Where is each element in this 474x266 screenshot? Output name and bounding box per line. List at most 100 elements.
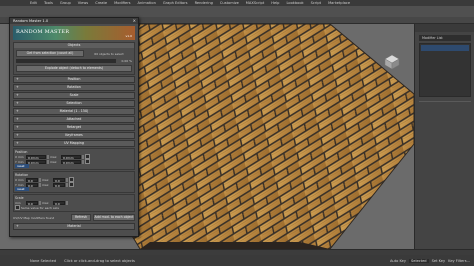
- command-panel: Modifier List: [414, 24, 474, 249]
- spinner[interactable]: [47, 159, 49, 164]
- explode-object-button[interactable]: Explode object (detach to elements): [16, 65, 132, 72]
- rollout-sign: +: [16, 125, 19, 129]
- axis-label: Y min: [15, 159, 24, 164]
- position-reset-button[interactable]: reset: [15, 164, 29, 168]
- max-label: max: [50, 159, 57, 164]
- spinner[interactable]: [39, 200, 41, 205]
- dialog-titlebar[interactable]: Random Master 1.0 ×: [10, 18, 138, 24]
- rotation-section: Rotation X min 0.0 max 0.0 Y min 0.0 max…: [13, 171, 135, 193]
- uniform-row: Same value for each axis: [15, 205, 133, 210]
- pos-x-min-field[interactable]: 0.0mm: [26, 154, 46, 160]
- pos-x-max-field[interactable]: 0.0mm: [61, 154, 81, 160]
- menu-item-create[interactable]: Create: [95, 1, 107, 5]
- spinner[interactable]: [66, 177, 68, 182]
- menu-item-script[interactable]: Script: [311, 1, 321, 5]
- menu-item-tools[interactable]: Tools: [44, 1, 53, 5]
- pos-y-max-field[interactable]: 0.0mm: [61, 159, 81, 165]
- max-label: max: [42, 200, 49, 205]
- refresh-button[interactable]: Refresh: [71, 214, 91, 221]
- add-mod-button[interactable]: Add mod. to each object: [93, 214, 135, 221]
- menu-item-lookbook[interactable]: Lookbook: [286, 1, 303, 5]
- progress-row: 0.00 %: [16, 59, 132, 63]
- status-bar: None Selected Click or click-and-drag to…: [0, 255, 474, 266]
- close-icon[interactable]: ×: [133, 18, 136, 24]
- rollout-list: + Position + Rotation + Scale + Selection + Mater…: [10, 76, 138, 147]
- prompt-text: Click or click-and-drag to select object…: [64, 258, 135, 263]
- key-filters-button[interactable]: Key Filters...: [448, 259, 470, 263]
- material-label: Material: [67, 224, 81, 228]
- explode-row: Explode object (detach to elements): [16, 65, 132, 72]
- modifier-stack-selected[interactable]: [421, 45, 469, 51]
- menu-item-help[interactable]: Help: [271, 1, 279, 5]
- material-rollout[interactable]: + Material: [13, 223, 135, 230]
- spinner[interactable]: [82, 154, 84, 159]
- menu-item-graph-editors[interactable]: Graph Editors: [163, 1, 188, 5]
- menu-item-group[interactable]: Group: [60, 1, 71, 5]
- menu-item-edit[interactable]: Edit: [30, 1, 37, 5]
- random-master-banner: RANDOM MASTER v1.0: [13, 26, 135, 40]
- banner-version: v1.0: [125, 34, 132, 38]
- menu-item-animation[interactable]: Animation: [138, 1, 156, 5]
- viewcube-icon[interactable]: [382, 52, 402, 72]
- max-label: max: [42, 177, 49, 182]
- scale-min-field[interactable]: 0.0: [26, 200, 38, 206]
- random-master-dialog: Random Master 1.0 × RANDOM MASTER v1.0 O…: [9, 17, 139, 237]
- rollout-uv-mapping[interactable]: + UV Mapping: [13, 140, 135, 147]
- rot-x-min-field[interactable]: 0.0: [26, 177, 38, 183]
- menu-item-modifiers[interactable]: Modifiers: [114, 1, 130, 5]
- menu-item-views[interactable]: Views: [78, 1, 88, 5]
- rollout-retarget[interactable]: + Retarget: [13, 124, 135, 131]
- rollout-material-1-150-[interactable]: + Material (1 - 150): [13, 108, 135, 115]
- modifier-stack[interactable]: [419, 43, 471, 97]
- menu-item-customize[interactable]: Customize: [220, 1, 239, 5]
- axis-label: X min: [15, 154, 24, 159]
- spinner[interactable]: [47, 154, 49, 159]
- spinner[interactable]: [39, 182, 41, 187]
- scale-max-field[interactable]: 0.0: [53, 200, 65, 206]
- max-label: max: [50, 154, 57, 159]
- rollout-rotation[interactable]: + Rotation: [13, 84, 135, 91]
- rollout-keyframes[interactable]: + Keyframes: [13, 132, 135, 139]
- rot-y-checkbox[interactable]: [69, 182, 74, 187]
- spinner[interactable]: [82, 159, 84, 164]
- auto-key-button[interactable]: Auto Key: [390, 259, 406, 263]
- rot-y-max-field[interactable]: 0.0: [53, 182, 65, 188]
- max-label: max: [42, 182, 49, 187]
- uv-row: UV/UV Map modifiers found Refresh Add mo…: [13, 214, 135, 221]
- rollout-sign: +: [16, 77, 19, 81]
- rollout-label: Material (1 - 150): [59, 109, 89, 113]
- rollout-selection[interactable]: + Selection: [13, 100, 135, 107]
- rotation-reset-button[interactable]: reset: [15, 187, 29, 191]
- spinner[interactable]: [39, 177, 41, 182]
- rot-x-max-field[interactable]: 0.0: [53, 177, 65, 183]
- rollout-label: Rotation: [67, 85, 81, 89]
- rollout-attached[interactable]: + Attached: [13, 116, 135, 123]
- menu-item-marketplace[interactable]: Marketplace: [328, 1, 350, 5]
- rollout-position[interactable]: + Position: [13, 76, 135, 83]
- spinner[interactable]: [66, 182, 68, 187]
- set-key-button[interactable]: Set Key: [432, 259, 446, 263]
- rollout-label: Keyframes: [65, 133, 83, 137]
- rollout-label: Position: [67, 77, 81, 81]
- rot-y-min-field[interactable]: 0.0: [26, 182, 38, 188]
- position-y-row: Y min 0.0mm max 0.0mm: [15, 159, 133, 165]
- axis-label: X min: [15, 177, 24, 182]
- dialog-title: Random Master 1.0: [13, 19, 49, 23]
- rollout-label: Scale: [69, 93, 79, 97]
- uniform-checkbox[interactable]: [15, 205, 20, 210]
- rollout-scale[interactable]: + Scale: [13, 92, 135, 99]
- get-from-selection-button[interactable]: Get from selection (count all): [16, 50, 84, 57]
- axis-label: Y min: [15, 182, 24, 187]
- menu-item-rendering[interactable]: Rendering: [195, 1, 213, 5]
- pos-y-min-field[interactable]: 0.0mm: [26, 159, 46, 165]
- rollout-label: Selection: [66, 101, 82, 105]
- spinner[interactable]: [66, 200, 68, 205]
- command-panel-tabs[interactable]: [415, 24, 474, 32]
- pos-y-checkbox[interactable]: [85, 159, 90, 164]
- rollout-sign: +: [16, 133, 19, 137]
- modifier-list-dropdown[interactable]: Modifier List: [419, 35, 471, 41]
- selected-dropdown[interactable]: Selected: [408, 258, 429, 263]
- menu-item-maxscript[interactable]: MAXScript: [246, 1, 264, 5]
- progress-percent: 0.00 %: [121, 59, 132, 63]
- selection-status: None Selected: [30, 258, 57, 263]
